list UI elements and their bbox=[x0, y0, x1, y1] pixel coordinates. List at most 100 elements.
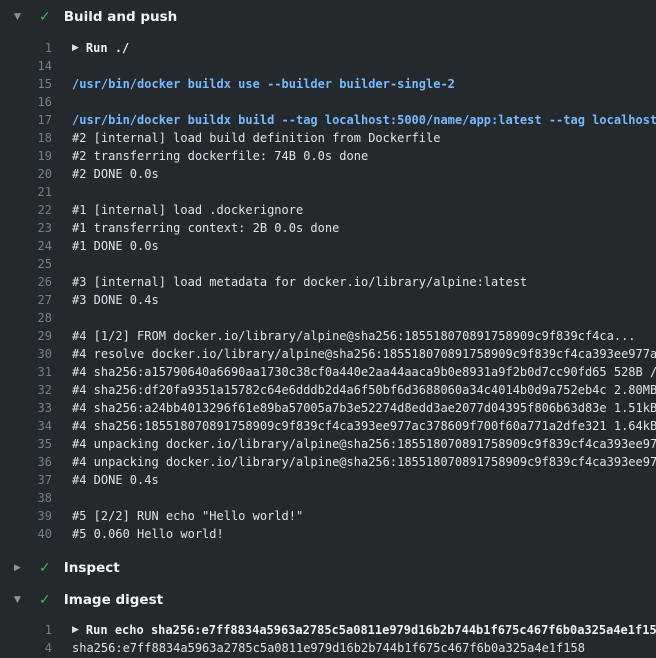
line-number[interactable]: 16 bbox=[0, 93, 52, 111]
line-number[interactable]: 17 bbox=[0, 111, 52, 129]
log-line: 4 sha256:e7ff8834a5963a2785c5a0811e979d1… bbox=[0, 639, 656, 657]
line-text: /usr/bin/docker buildx build --tag local… bbox=[72, 111, 656, 129]
log-section: ▼ ✓ Build and push 1 ▶ Run ./ 14 Using bu… bbox=[0, 0, 656, 549]
check-icon: ✓ bbox=[39, 592, 51, 608]
log-line: 24 #1 DONE 0.0s bbox=[0, 237, 656, 255]
line-text: #4 sha256:185518070891758909c9f839cf4ca3… bbox=[72, 417, 656, 435]
line-number[interactable]: 40 bbox=[0, 525, 52, 543]
log-line: 22 #1 [internal] load .dockerignore bbox=[0, 201, 656, 219]
line-text: /usr/bin/docker buildx use --builder bui… bbox=[72, 75, 455, 93]
expand-run-toggle-icon[interactable]: ▶ bbox=[72, 621, 79, 639]
log-line: 32 #4 sha256:df20fa9351a15782c64e6dddb2d… bbox=[0, 381, 656, 399]
line-number[interactable]: 19 bbox=[0, 147, 52, 165]
section-title: Build and push bbox=[64, 9, 178, 25]
section-body: 1 ▶ Run ./ 14 Using builder instance buil… bbox=[0, 34, 656, 549]
line-number[interactable]: 25 bbox=[0, 255, 52, 273]
line-number[interactable]: 38 bbox=[0, 489, 52, 507]
line-number[interactable]: 24 bbox=[0, 237, 52, 255]
line-number[interactable]: 27 bbox=[0, 291, 52, 309]
log-line: 34 #4 sha256:185518070891758909c9f839cf4… bbox=[0, 417, 656, 435]
workflow-log-viewer: ▼ ✓ Build and push 1 ▶Run ./ 14 Using bu… bbox=[0, 0, 656, 658]
line-text: Using builder instance builder-single-2 bbox=[72, 57, 354, 75]
log-line: 36 #4 unpacking docker.io/library/alpine… bbox=[0, 453, 656, 471]
expand-run-toggle-icon[interactable]: ▶ bbox=[72, 39, 79, 57]
line-text: #1 [internal] load .dockerignore bbox=[72, 201, 303, 219]
log-line: 35 #4 unpacking docker.io/library/alpine… bbox=[0, 435, 656, 453]
section-header-image-digest[interactable]: ▼ ✓ Image digest bbox=[0, 587, 656, 613]
check-icon: ✓ bbox=[39, 9, 51, 25]
line-text: Run echo sha256:e7ff8834a5963a2785c5a081… bbox=[86, 621, 656, 639]
log-line: 38 bbox=[0, 489, 656, 507]
line-number[interactable]: 39 bbox=[0, 507, 52, 525]
log-line: 39 #5 [2/2] RUN echo "Hello world!" bbox=[0, 507, 656, 525]
line-number[interactable]: 15 bbox=[0, 75, 52, 93]
log-line: 20 #2 DONE 0.0s bbox=[0, 165, 656, 183]
line-number[interactable]: 29 bbox=[0, 327, 52, 345]
line-text: #4 [1/2] FROM docker.io/library/alpine@s… bbox=[72, 327, 636, 345]
log-line: 25 bbox=[0, 255, 656, 273]
log-section: ▶ ✓ Inspect bbox=[0, 555, 656, 581]
log-line: 23 #1 transferring context: 2B 0.0s done bbox=[0, 219, 656, 237]
chevron-icon: ▶ bbox=[14, 563, 26, 573]
log-line: 14 Using builder instance builder-single… bbox=[0, 57, 656, 75]
line-number[interactable]: 1 bbox=[0, 39, 52, 57]
section-header-inspect[interactable]: ▶ ✓ Inspect bbox=[0, 555, 656, 581]
log-line: 16 Starting build... bbox=[0, 93, 656, 111]
log-line: 30 #4 resolve docker.io/library/alpine@s… bbox=[0, 345, 656, 363]
line-number[interactable]: 4 bbox=[0, 639, 52, 657]
line-text: #5 [2/2] RUN echo "Hello world!" bbox=[72, 507, 303, 525]
log-line: 1 ▶ Run ./ bbox=[0, 39, 656, 57]
log-line: 1 ▶ Run echo sha256:e7ff8834a5963a2785c5a… bbox=[0, 621, 656, 639]
section-header-build-and-push[interactable]: ▼ ✓ Build and push bbox=[0, 0, 656, 34]
log-line: 37 #4 DONE 0.4s bbox=[0, 471, 656, 489]
line-text: #3 DONE 0.4s bbox=[72, 291, 159, 309]
line-text: #3 [internal] load metadata for docker.i… bbox=[72, 273, 527, 291]
line-number[interactable]: 32 bbox=[0, 381, 52, 399]
line-text: #4 sha256:a24bb4013296f61e89ba57005a7b3e… bbox=[72, 399, 656, 417]
line-number[interactable]: 18 bbox=[0, 129, 52, 147]
line-number[interactable]: 23 bbox=[0, 219, 52, 237]
line-number[interactable]: 30 bbox=[0, 345, 52, 363]
section-body: 1 ▶ Run echo sha256:e7ff8834a5963a2785c5a… bbox=[0, 613, 656, 658]
line-number[interactable]: 14 bbox=[0, 57, 52, 75]
log-line: 29 #4 [1/2] FROM docker.io/library/alpin… bbox=[0, 327, 656, 345]
log-section: ▼ ✓ Image digest 1 ▶ Run echo sha256:e7ff… bbox=[0, 587, 656, 658]
line-number[interactable]: 36 bbox=[0, 453, 52, 471]
line-number[interactable]: 21 bbox=[0, 183, 52, 201]
log-line: 27 #3 DONE 0.4s bbox=[0, 291, 656, 309]
line-number[interactable]: 22 bbox=[0, 201, 52, 219]
log-line: 17 /usr/bin/docker buildx build --tag lo… bbox=[0, 111, 656, 129]
line-number[interactable]: 31 bbox=[0, 363, 52, 381]
line-number[interactable]: 35 bbox=[0, 435, 52, 453]
line-number[interactable]: 33 bbox=[0, 399, 52, 417]
section-title: Inspect bbox=[64, 560, 120, 576]
line-text: sha256:e7ff8834a5963a2785c5a0811e979d16b… bbox=[72, 639, 585, 657]
section-title: Image digest bbox=[64, 592, 163, 608]
log-line: 19 #2 transferring dockerfile: 74B 0.0s … bbox=[0, 147, 656, 165]
line-text: Run ./ bbox=[86, 39, 129, 57]
line-text: #2 transferring dockerfile: 74B 0.0s don… bbox=[72, 147, 368, 165]
chevron-icon: ▼ bbox=[14, 12, 26, 22]
line-number[interactable]: 26 bbox=[0, 273, 52, 291]
chevron-icon: ▼ bbox=[14, 595, 26, 605]
log-line: 40 #5 0.060 Hello world! bbox=[0, 525, 656, 543]
line-text: #4 resolve docker.io/library/alpine@sha2… bbox=[72, 345, 656, 363]
log-line: 31 #4 sha256:a15790640a6690aa1730c38cf0a… bbox=[0, 363, 656, 381]
line-number[interactable]: 1 bbox=[0, 621, 52, 639]
log-line: 28 bbox=[0, 309, 656, 327]
line-number[interactable]: 20 bbox=[0, 165, 52, 183]
line-number[interactable]: 34 bbox=[0, 417, 52, 435]
log-line: 18 #2 [internal] load build definition f… bbox=[0, 129, 656, 147]
line-text: #1 DONE 0.0s bbox=[72, 237, 159, 255]
line-text: Starting build... bbox=[72, 93, 195, 111]
log-line: 26 #3 [internal] load metadata for docke… bbox=[0, 273, 656, 291]
line-text: #4 unpacking docker.io/library/alpine@sh… bbox=[72, 435, 656, 453]
log-line: 33 #4 sha256:a24bb4013296f61e89ba57005a7… bbox=[0, 399, 656, 417]
line-text: #4 unpacking docker.io/library/alpine@sh… bbox=[72, 453, 656, 471]
line-number[interactable]: 28 bbox=[0, 309, 52, 327]
log-line: 21 bbox=[0, 183, 656, 201]
line-number[interactable]: 37 bbox=[0, 471, 52, 489]
line-text: #1 transferring context: 2B 0.0s done bbox=[72, 219, 339, 237]
line-text: #5 0.060 Hello world! bbox=[72, 525, 224, 543]
line-text: #4 sha256:a15790640a6690aa1730c38cf0a440… bbox=[72, 363, 656, 381]
